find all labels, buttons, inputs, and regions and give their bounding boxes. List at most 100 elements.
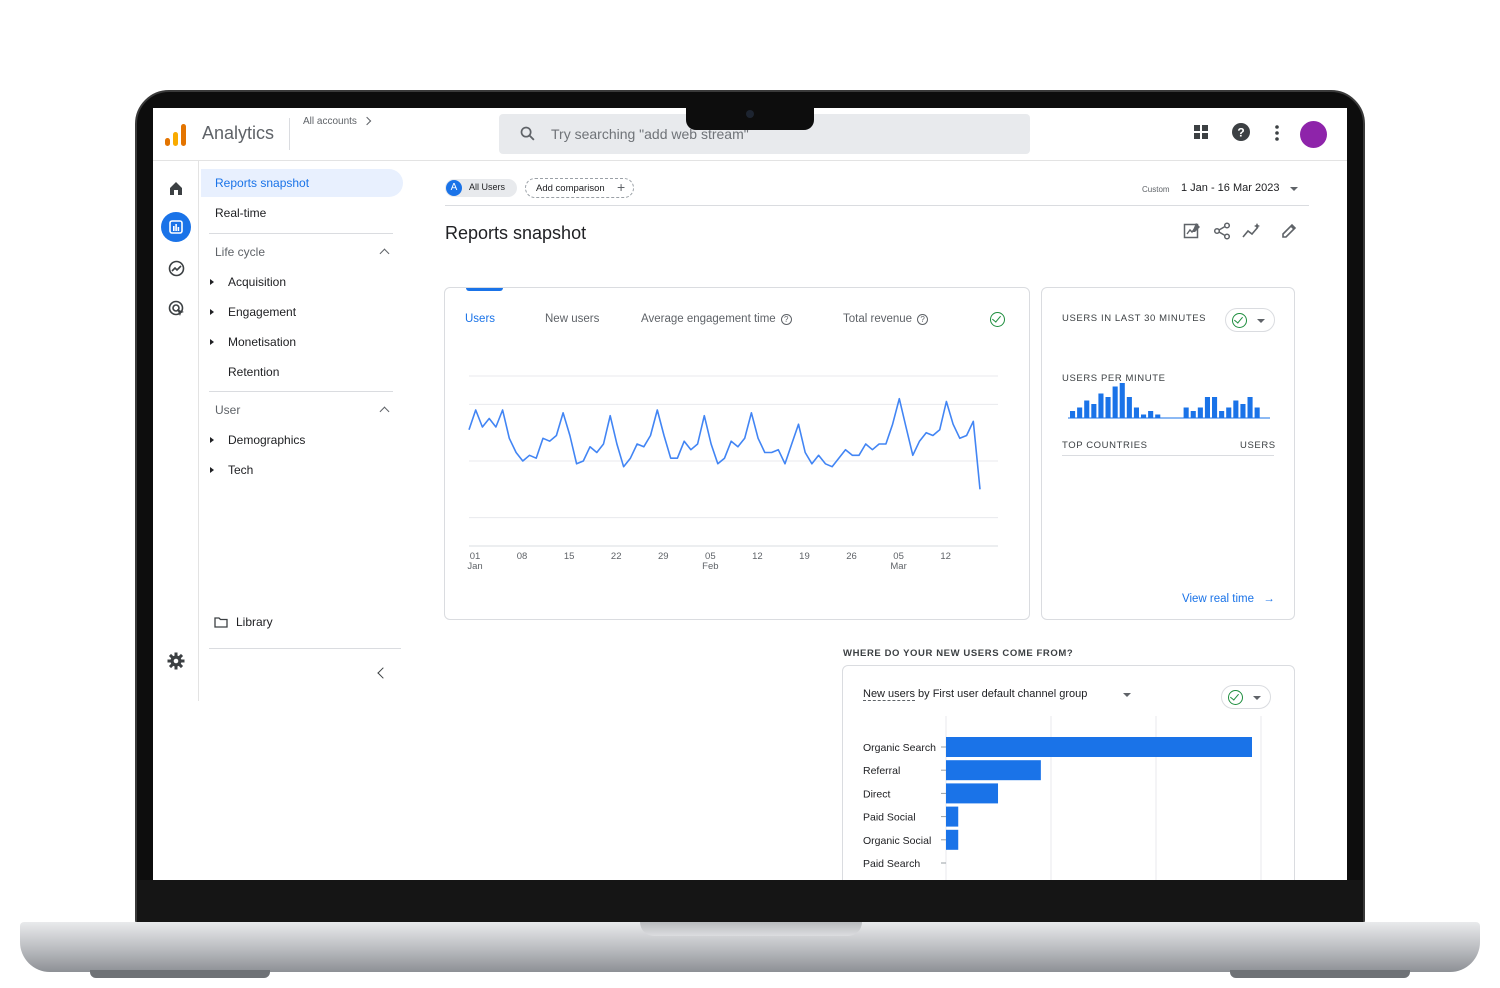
realtime-compare-dropdown[interactable] <box>1225 308 1275 332</box>
rail-explore[interactable] <box>161 253 191 283</box>
add-comparison-button[interactable]: Add comparison + <box>525 178 634 198</box>
rail-home[interactable] <box>161 173 191 203</box>
nav-retention[interactable]: Retention <box>228 365 279 379</box>
settings-icon <box>167 652 185 670</box>
metrics-card: Users New users Average engagement time?… <box>444 287 1030 620</box>
nav-tech[interactable]: Tech <box>228 463 253 477</box>
channel-label: Organic Social <box>863 835 931 847</box>
laptop-foot <box>1230 970 1410 978</box>
segment-letter: A <box>446 180 462 196</box>
edit-pencil-icon[interactable] <box>1281 222 1298 239</box>
nav-monetisation[interactable]: Monetisation <box>228 335 296 349</box>
segment-chip[interactable]: A All Users <box>445 179 517 197</box>
collapse-nav-icon[interactable] <box>377 667 389 679</box>
chevron-up-icon[interactable] <box>379 406 390 417</box>
nav-section-user[interactable]: User <box>215 403 240 417</box>
help-icon[interactable]: ? <box>1232 123 1250 141</box>
nav-library[interactable]: Library <box>236 615 273 629</box>
segment-label: All Users <box>469 182 506 192</box>
minute-bar <box>1204 397 1210 418</box>
home-icon <box>170 182 182 195</box>
advertising-icon <box>168 300 184 316</box>
divider <box>1062 455 1274 456</box>
channel-bar <box>946 783 999 804</box>
apps-grid-icon[interactable] <box>1193 124 1209 140</box>
minute-bar <box>1077 407 1083 418</box>
channel-label: Paid Search <box>863 858 920 870</box>
expand-arrow-icon[interactable] <box>210 437 214 443</box>
nav-engagement[interactable]: Engagement <box>228 305 296 319</box>
left-rail <box>153 161 199 701</box>
account-breadcrumb[interactable]: All accounts <box>303 116 371 127</box>
realtime-card: USERS IN LAST 30 MINUTES USERS PER MINUT… <box>1041 287 1295 620</box>
analytics-logo-icon[interactable] <box>165 124 187 146</box>
minute-bar <box>1233 400 1239 418</box>
check-circle-icon <box>1232 313 1247 328</box>
minute-bar <box>1119 383 1125 418</box>
nav-reports-snapshot[interactable]: Reports snapshot <box>215 176 309 190</box>
channel-compare-dropdown[interactable] <box>1221 685 1271 709</box>
users-per-minute-chart <box>1068 383 1270 419</box>
x-tick-label: 12 <box>752 551 763 562</box>
nav-demographics[interactable]: Demographics <box>228 433 305 447</box>
avatar[interactable] <box>1300 121 1327 148</box>
caret-down-icon[interactable] <box>1123 693 1131 697</box>
x-tick-label: 22 <box>611 551 622 562</box>
device-mockup: Analytics All accounts Try searching "ad… <box>0 0 1500 988</box>
rail-advertising[interactable] <box>161 293 191 323</box>
channel-label: Paid Social <box>863 812 916 824</box>
channel-label: Direct <box>863 788 891 800</box>
share-icon[interactable] <box>1213 222 1231 240</box>
view-realtime-label: View real time <box>1182 593 1255 605</box>
x-tick-month-label: Feb <box>702 561 718 572</box>
minute-bar <box>1141 414 1147 418</box>
camera-notch <box>686 108 814 130</box>
page-title: Reports snapshot <box>445 223 587 243</box>
expand-arrow-icon[interactable] <box>210 279 214 285</box>
screen: Analytics All accounts Try searching "ad… <box>153 108 1347 880</box>
minute-bar <box>1247 397 1253 418</box>
divider <box>209 233 393 234</box>
nav-realtime[interactable]: Real-time <box>215 206 266 220</box>
nav-acquisition[interactable]: Acquisition <box>228 275 286 289</box>
top-countries-header: TOP COUNTRIES <box>1062 440 1148 451</box>
minute-bar <box>1133 407 1139 418</box>
minute-bar <box>1197 407 1203 418</box>
explore-icon <box>168 260 184 276</box>
minute-bar <box>1098 393 1104 418</box>
divider <box>445 205 1309 206</box>
minute-bar <box>1183 407 1189 418</box>
minute-bar <box>1126 397 1132 418</box>
folder-icon <box>214 617 228 628</box>
expand-arrow-icon[interactable] <box>210 309 214 315</box>
caret-down-icon[interactable] <box>1290 187 1298 191</box>
chevron-up-icon[interactable] <box>379 248 390 259</box>
x-tick-label: 08 <box>517 551 528 562</box>
channel-bar-chart: Organic Search Referral Direct Paid Social O… <box>863 716 1262 880</box>
plus-icon: + <box>617 179 626 195</box>
metric-selector[interactable]: New users <box>863 688 915 701</box>
view-realtime-link[interactable]: View real time → <box>1182 593 1275 605</box>
minute-bar <box>1155 414 1161 418</box>
rail-settings[interactable] <box>161 646 191 676</box>
minute-bar <box>1105 397 1111 418</box>
accounts-label[interactable]: All accounts <box>303 116 357 127</box>
insights-icon[interactable] <box>1242 222 1262 240</box>
more-vert-icon[interactable] <box>1274 124 1280 142</box>
minute-bar <box>1112 386 1118 418</box>
expand-arrow-icon[interactable] <box>210 467 214 473</box>
minute-bar <box>1240 404 1246 418</box>
dimension-selector[interactable]: by First user default channel group <box>915 688 1087 700</box>
minute-bar <box>1254 407 1260 418</box>
users-line-chart: 01Jan08 15 22 29 05Feb12 19 26 05Mar12 <box>467 375 998 572</box>
channel-label: Organic Search <box>863 742 936 754</box>
caret-down-icon <box>1253 696 1261 700</box>
date-range-picker[interactable]: 1 Jan - 16 Mar 2023 <box>1181 182 1279 194</box>
channel-selector[interactable]: New users by First user default channel … <box>863 688 1087 701</box>
nav-section-lifecycle[interactable]: Life cycle <box>215 245 265 259</box>
customize-report-icon[interactable] <box>1183 222 1201 240</box>
rail-reports[interactable] <box>161 212 191 242</box>
expand-arrow-icon[interactable] <box>210 339 214 345</box>
channel-label: Referral <box>863 765 900 777</box>
search-icon <box>520 126 535 141</box>
